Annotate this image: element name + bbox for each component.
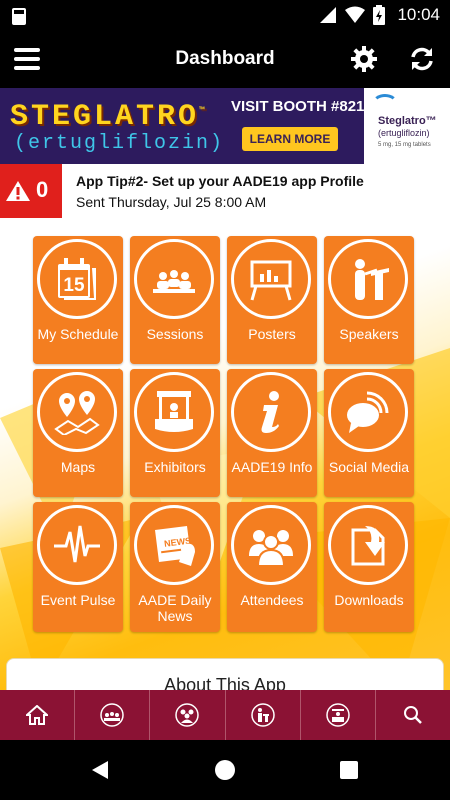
refresh-icon [411,47,433,71]
banner-brand: STEGLATRO™ [10,100,208,134]
nav-exhibitors[interactable] [301,690,376,740]
tile-social-media[interactable]: Social Media [324,369,414,497]
speakers-icon [250,703,275,727]
tile-info[interactable]: AADE19 Info [227,369,317,497]
status-bar: 10:04 [0,0,450,32]
tile-attendees[interactable]: Attendees [227,502,317,632]
tile-exhibitors[interactable]: Exhibitors [130,369,220,497]
tile-my-schedule[interactable]: 15 My Schedule [33,236,123,364]
map-pin-icon [54,391,100,435]
audience-icon [153,270,195,293]
tile-speakers[interactable]: Speakers [324,236,414,364]
sponsor-logo: Steglatro™ (ertugliflozin) 5 mg, 15 mg t… [364,88,450,164]
tile-downloads[interactable]: Downloads [324,502,414,632]
alert-count: 0 [36,177,49,202]
about-title: About This App [164,675,286,690]
sponsor-banner[interactable]: STEGLATRO™ (ertugliflozin) VISIT BOOTH #… [0,88,450,164]
back-icon[interactable] [90,760,110,780]
nav-speakers[interactable] [226,690,301,740]
page-title: Dashboard [175,48,275,69]
wifi-icon [345,6,366,23]
dashboard-content: 15 My Schedule Sessions Posters Speakers… [0,218,450,690]
bottom-nav [0,690,450,740]
learn-more-button[interactable]: LEARN MORE [242,127,338,151]
warning-icon [6,181,30,201]
sessions-icon [100,703,124,727]
attendees-icon [175,703,200,727]
refresh-button[interactable] [408,45,436,73]
calendar-icon: 15 [58,258,96,300]
gear-icon [351,46,377,72]
about-card[interactable]: About This App [6,658,444,690]
podium-speaker-icon [355,259,389,300]
home-icon [26,705,49,725]
nav-sessions[interactable] [75,690,151,740]
pulse-icon [54,525,100,563]
alert-notice[interactable]: 0 App Tip#2- Set up your AADE19 app Prof… [0,164,450,218]
chat-bubbles-icon [347,391,389,433]
newspaper-icon: NEWS [155,526,195,566]
banner-booth-text: VISIT BOOTH #821 [231,98,365,115]
poster-board-icon [250,260,292,301]
banner-generic-name: (ertugliflozin) [14,132,225,155]
tile-posters[interactable]: Posters [227,236,317,364]
recent-apps-icon[interactable] [340,761,358,779]
logo-arc-icon [372,94,398,114]
nav-attendees[interactable] [150,690,226,740]
nav-home[interactable] [0,690,76,740]
tile-daily-news[interactable]: NEWS AADE Daily News [130,502,220,632]
download-icon [351,526,385,566]
tile-event-pulse[interactable]: Event Pulse [33,502,123,632]
sd-card-icon [12,8,26,25]
alert-badge[interactable]: 0 [0,164,62,218]
signal-icon [320,7,337,23]
svg-text:15: 15 [63,275,85,296]
search-icon [403,706,422,724]
info-icon [261,391,279,433]
app-bar: Dashboard [0,32,450,88]
people-icon [249,530,293,567]
battery-charging-icon [373,5,386,25]
tile-maps[interactable]: Maps [33,369,123,497]
clock: 10:04 [397,5,440,24]
alert-timestamp: Sent Thursday, Jul 25 8:00 AM [76,194,267,210]
exhibitors-icon [326,703,350,727]
tile-sessions[interactable]: Sessions [130,236,220,364]
alert-message: App Tip#2- Set up your AADE19 app Profil… [76,173,364,189]
booth-icon [155,391,193,432]
system-nav-bar [0,740,450,800]
settings-button[interactable] [350,45,378,73]
nav-search[interactable] [376,690,450,740]
home-button-icon[interactable] [215,760,235,780]
